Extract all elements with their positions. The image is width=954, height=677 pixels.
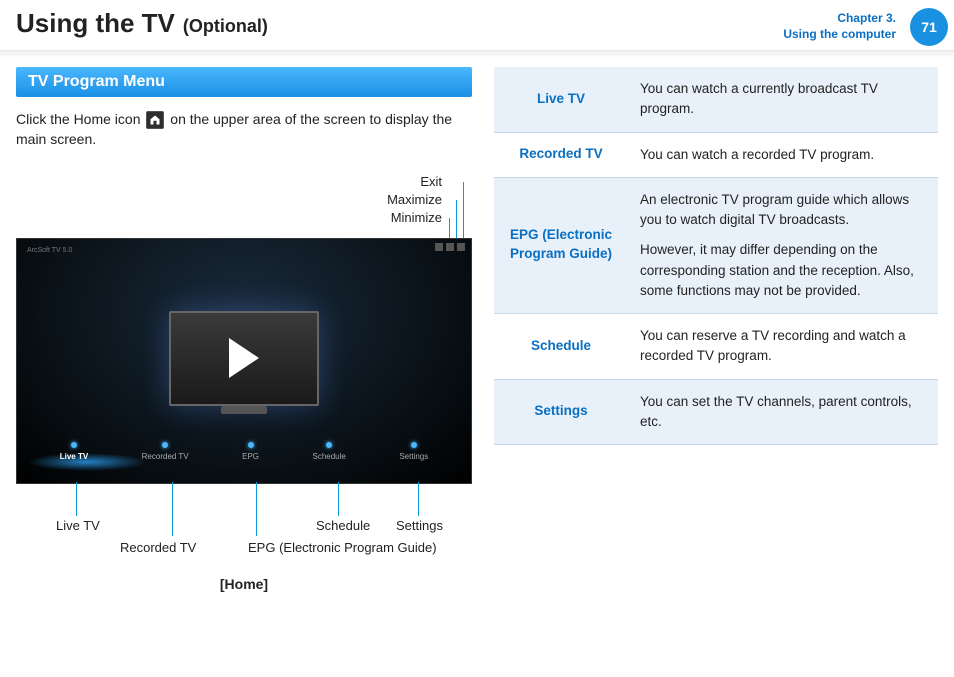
window-control-callouts: Exit Maximize Minimize (16, 174, 472, 234)
feature-desc: You can reserve a TV recording and watch… (628, 314, 938, 380)
tv-menu-bar: Live TV Recorded TV EPG Schedule Setting… (17, 452, 471, 461)
left-column: TV Program Menu Click the Home icon on t… (16, 67, 472, 592)
tv-menu-settings-label: Settings (399, 452, 428, 461)
page-number-badge: 71 (910, 8, 948, 46)
table-row: Settings You can set the TV channels, pa… (494, 379, 938, 445)
tv-monitor-graphic (169, 311, 319, 406)
intro-before: Click the Home icon (16, 111, 144, 127)
minimize-icon[interactable] (435, 243, 443, 251)
home-icon (146, 111, 164, 129)
content-columns: TV Program Menu Click the Home icon on t… (0, 67, 954, 592)
tv-menu-live-tv-label: Live TV (60, 452, 88, 461)
table-row: EPG (Electronic Program Guide) An electr… (494, 177, 938, 313)
chapter-line2: Using the computer (783, 27, 896, 43)
feature-desc: You can watch a currently broadcast TV p… (628, 67, 938, 132)
chapter-line1: Chapter 3. (783, 11, 896, 27)
table-row: Schedule You can reserve a TV recording … (494, 314, 938, 380)
tv-menu-epg[interactable]: EPG (242, 452, 259, 461)
home-caption: [Home] (16, 576, 472, 592)
tv-menu-recorded-tv-label: Recorded TV (142, 452, 189, 461)
exit-label: Exit (420, 174, 442, 189)
chapter-text: Chapter 3. Using the computer (783, 11, 900, 42)
bottom-callouts: Live TV Schedule Settings Recorded TV EP… (16, 482, 472, 572)
title-wrap: Using the TV (Optional) (16, 8, 268, 39)
tv-window-buttons (435, 243, 465, 251)
tv-menu-live-tv[interactable]: Live TV (60, 452, 88, 461)
intro-text: Click the Home icon on the upper area of… (16, 109, 472, 150)
right-column: Live TV You can watch a currently broadc… (494, 67, 938, 592)
page-title: Using the TV (16, 8, 175, 39)
section-heading: TV Program Menu (16, 67, 472, 97)
callout-line-maximize (456, 200, 457, 238)
tv-menu-epg-label: EPG (242, 452, 259, 461)
callout-line-epg (256, 482, 257, 536)
play-icon[interactable] (229, 338, 259, 378)
callout-live-tv: Live TV (56, 518, 100, 533)
feature-label: Settings (494, 379, 628, 445)
callout-line-settings (418, 482, 419, 516)
callout-line-recorded (172, 482, 173, 536)
header-divider (0, 50, 954, 53)
callout-schedule: Schedule (316, 518, 370, 533)
callout-line-minimize (449, 218, 450, 238)
feature-label: Recorded TV (494, 132, 628, 177)
feature-label: Schedule (494, 314, 628, 380)
feature-table: Live TV You can watch a currently broadc… (494, 67, 938, 445)
table-row: Live TV You can watch a currently broadc… (494, 67, 938, 132)
page-subtitle: (Optional) (183, 16, 268, 37)
close-icon[interactable] (457, 243, 465, 251)
page-header: Using the TV (Optional) Chapter 3. Using… (0, 0, 954, 46)
callout-line-exit (463, 182, 464, 238)
tv-app-screenshot: ArcSoft TV 5.0 Live TV Recorded TV EPG S… (16, 238, 472, 484)
feature-desc: An electronic TV program guide which all… (628, 177, 938, 313)
callout-epg: EPG (Electronic Program Guide) (248, 540, 437, 555)
callout-line-livetv (76, 482, 77, 516)
tv-app-title: ArcSoft TV 5.0 (27, 247, 72, 254)
minimize-label: Minimize (391, 210, 442, 225)
callout-line-schedule (338, 482, 339, 516)
callout-recorded-tv: Recorded TV (120, 540, 196, 555)
tv-menu-schedule[interactable]: Schedule (313, 452, 346, 461)
maximize-label: Maximize (387, 192, 442, 207)
feature-label: EPG (Electronic Program Guide) (494, 177, 628, 313)
table-row: Recorded TV You can watch a recorded TV … (494, 132, 938, 177)
feature-label: Live TV (494, 67, 628, 132)
tv-menu-recorded-tv[interactable]: Recorded TV (142, 452, 189, 461)
tv-menu-schedule-label: Schedule (313, 452, 346, 461)
feature-desc: You can watch a recorded TV program. (628, 132, 938, 177)
feature-desc: You can set the TV channels, parent cont… (628, 379, 938, 445)
maximize-icon[interactable] (446, 243, 454, 251)
callout-settings: Settings (396, 518, 443, 533)
tv-menu-settings[interactable]: Settings (399, 452, 428, 461)
chapter-wrap: Chapter 3. Using the computer 71 (783, 8, 954, 46)
